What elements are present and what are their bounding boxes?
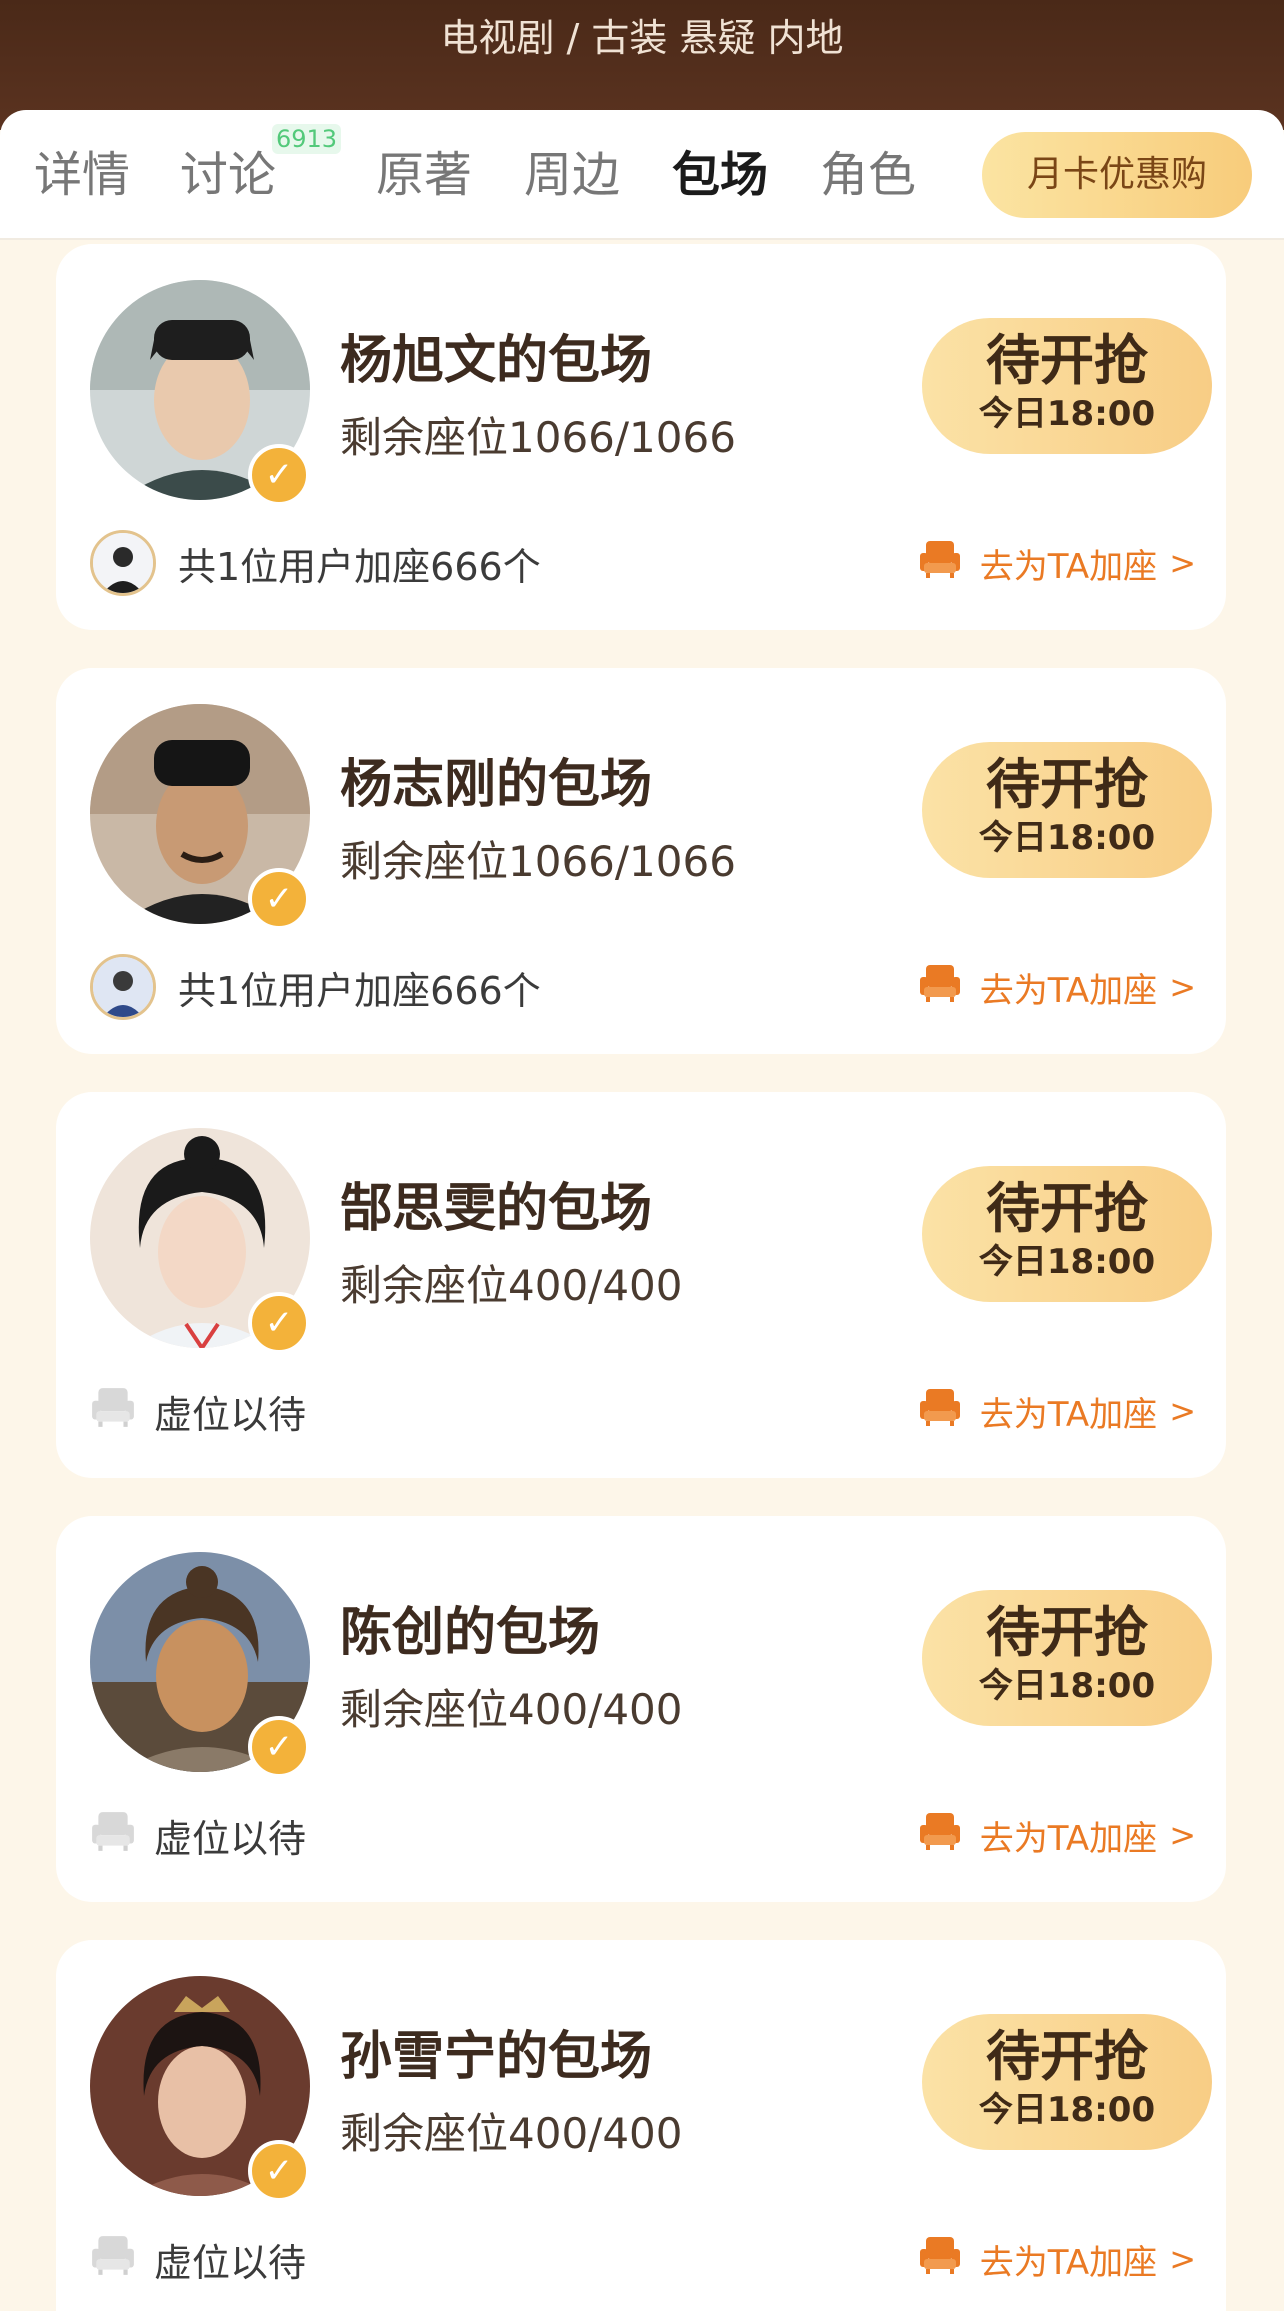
add-seat-label: 去为TA加座 xyxy=(979,2242,1158,2283)
chevron-right-icon: > xyxy=(1169,1392,1196,1430)
grab-button-label: 待开抢 xyxy=(986,1601,1148,1664)
chevron-right-icon: > xyxy=(1169,968,1196,1006)
chevron-right-icon: > xyxy=(1169,2240,1196,2278)
tab-label: 讨论 xyxy=(180,147,277,203)
empty-seats-row: 虚位以待 xyxy=(90,1376,306,1446)
screening-card[interactable]: ✓ 杨志刚的包场 剩余座位1066/1066 待开抢 今日18:00 共1位用户… xyxy=(56,668,1226,1054)
empty-seats-row: 虚位以待 xyxy=(90,2224,306,2294)
seat-orange-icon xyxy=(918,1387,962,1436)
tab-label: 详情 xyxy=(34,147,131,203)
empty-seats-text: 虚位以待 xyxy=(154,1392,307,1437)
tab-private-screening[interactable]: 包场 xyxy=(672,140,768,210)
tab-merchandise[interactable]: 周边 xyxy=(524,140,620,210)
verified-check-icon: ✓ xyxy=(248,2140,310,2202)
tab-characters[interactable]: 角色 xyxy=(820,140,916,210)
month-card-label: 月卡优惠购 xyxy=(1026,154,1207,195)
seat-gray-icon xyxy=(90,1386,136,1437)
add-seat-label: 去为TA加座 xyxy=(979,1394,1158,1435)
tab-discussion[interactable]: 讨论 6913 xyxy=(180,124,342,210)
grab-button-label: 待开抢 xyxy=(986,2025,1148,2088)
screening-title: 陈创的包场 xyxy=(340,1603,601,1663)
add-seat-label: 去为TA加座 xyxy=(979,1818,1158,1859)
seat-orange-icon xyxy=(918,2235,962,2284)
screening-title: 孙雪宁的包场 xyxy=(340,2027,653,2087)
screening-card[interactable]: ✓ 郜思雯的包场 剩余座位400/400 待开抢 今日18:00 虚位以待 去为… xyxy=(56,1092,1226,1478)
supporter-avatar xyxy=(90,530,156,596)
add-seat-link[interactable]: 去为TA加座 > xyxy=(918,1376,1196,1446)
add-seat-link[interactable]: 去为TA加座 > xyxy=(918,952,1196,1022)
screening-card[interactable]: ✓ 陈创的包场 剩余座位400/400 待开抢 今日18:00 虚位以待 去为T… xyxy=(56,1516,1226,1902)
grab-start-time: 今日18:00 xyxy=(978,394,1156,434)
empty-seats-text: 虚位以待 xyxy=(154,1816,307,1861)
grab-button[interactable]: 待开抢 今日18:00 xyxy=(922,318,1212,454)
verified-check-icon: ✓ xyxy=(248,444,310,506)
supporters-row: 共1位用户加座666个 xyxy=(90,952,541,1022)
tab-label: 角色 xyxy=(820,147,917,203)
tab-original-work[interactable]: 原著 xyxy=(376,140,472,210)
screening-title: 杨志刚的包场 xyxy=(340,755,653,815)
empty-seats-row: 虚位以待 xyxy=(90,1800,306,1870)
discussion-count-badge: 6913 xyxy=(272,124,342,154)
chevron-right-icon: > xyxy=(1169,1816,1196,1854)
empty-seats-text: 虚位以待 xyxy=(154,2240,307,2285)
grab-button-label: 待开抢 xyxy=(986,329,1148,392)
verified-check-icon: ✓ xyxy=(248,868,310,930)
grab-start-time: 今日18:00 xyxy=(978,2090,1156,2130)
remaining-seats: 剩余座位1066/1066 xyxy=(340,413,736,462)
remaining-seats: 剩余座位400/400 xyxy=(340,1261,683,1310)
add-seat-link[interactable]: 去为TA加座 > xyxy=(918,2224,1196,2294)
screening-card[interactable]: ✓ 孙雪宁的包场 剩余座位400/400 待开抢 今日18:00 虚位以待 去为… xyxy=(56,1940,1226,2311)
seat-orange-icon xyxy=(918,963,962,1012)
show-category-text: 电视剧 / 古装 悬疑 内地 xyxy=(440,16,844,60)
screening-title: 杨旭文的包场 xyxy=(340,331,653,391)
supporters-text: 共1位用户加座666个 xyxy=(178,544,541,589)
seat-gray-icon xyxy=(90,2234,136,2285)
add-seat-link[interactable]: 去为TA加座 > xyxy=(918,528,1196,598)
supporters-row: 共1位用户加座666个 xyxy=(90,528,541,598)
tab-label: 包场 xyxy=(672,147,769,203)
add-seat-label: 去为TA加座 xyxy=(979,970,1158,1011)
grab-button[interactable]: 待开抢 今日18:00 xyxy=(922,1590,1212,1726)
grab-start-time: 今日18:00 xyxy=(978,1242,1156,1282)
add-seat-label: 去为TA加座 xyxy=(979,546,1158,587)
screening-title: 郜思雯的包场 xyxy=(340,1179,653,1239)
seat-orange-icon xyxy=(918,1811,962,1860)
tab-details[interactable]: 详情 xyxy=(34,140,130,210)
tab-bar: 详情 讨论 6913 原著 周边 包场 角色 月卡优惠购 xyxy=(0,110,1284,240)
grab-start-time: 今日18:00 xyxy=(978,1666,1156,1706)
seat-orange-icon xyxy=(918,539,962,588)
grab-button-label: 待开抢 xyxy=(986,1177,1148,1240)
grab-button-label: 待开抢 xyxy=(986,753,1148,816)
month-card-button[interactable]: 月卡优惠购 xyxy=(982,132,1252,218)
remaining-seats: 剩余座位1066/1066 xyxy=(340,837,736,886)
verified-check-icon: ✓ xyxy=(248,1292,310,1354)
grab-button[interactable]: 待开抢 今日18:00 xyxy=(922,1166,1212,1302)
add-seat-link[interactable]: 去为TA加座 > xyxy=(918,1800,1196,1870)
supporter-avatar xyxy=(90,954,156,1020)
grab-button[interactable]: 待开抢 今日18:00 xyxy=(922,742,1212,878)
screening-card[interactable]: ✓ 杨旭文的包场 剩余座位1066/1066 待开抢 今日18:00 共1位用户… xyxy=(56,244,1226,630)
verified-check-icon: ✓ xyxy=(248,1716,310,1778)
remaining-seats: 剩余座位400/400 xyxy=(340,1685,683,1734)
tab-label: 周边 xyxy=(524,147,621,203)
remaining-seats: 剩余座位400/400 xyxy=(340,2109,683,2158)
tab-label: 原著 xyxy=(376,147,473,203)
grab-button[interactable]: 待开抢 今日18:00 xyxy=(922,2014,1212,2150)
grab-start-time: 今日18:00 xyxy=(978,818,1156,858)
supporters-text: 共1位用户加座666个 xyxy=(178,968,541,1013)
chevron-right-icon: > xyxy=(1169,544,1196,582)
seat-gray-icon xyxy=(90,1810,136,1861)
